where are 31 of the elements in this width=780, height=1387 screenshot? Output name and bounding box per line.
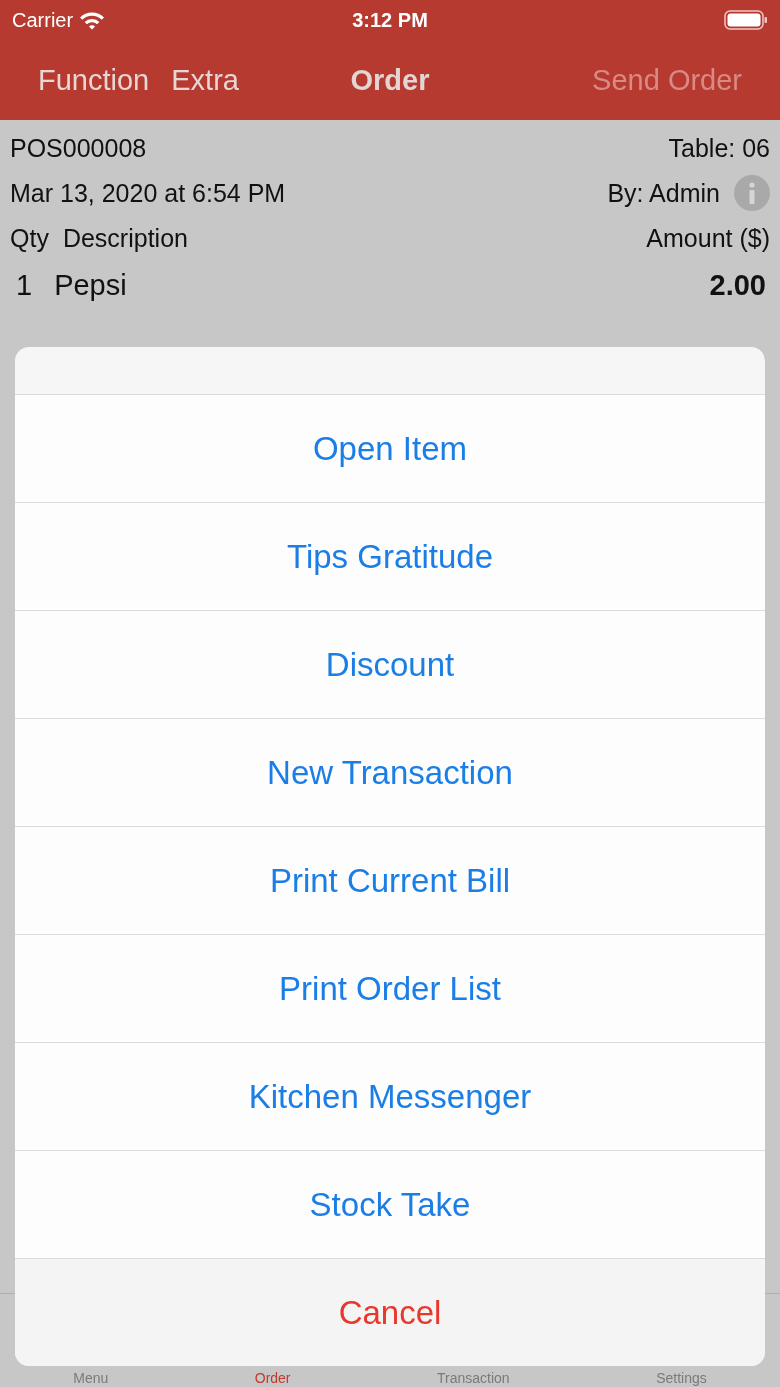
column-header: Amount ($) xyxy=(646,223,770,253)
nav-button[interactable]: Function xyxy=(38,63,150,97)
tab[interactable]: Settings xyxy=(656,1370,707,1386)
column-header: Description xyxy=(62,223,188,253)
carrier-name: Carrier xyxy=(12,8,74,32)
status-time: 3:12 PM xyxy=(352,8,428,32)
column-header: Qty xyxy=(10,223,49,253)
action-button[interactable]: New Transaction xyxy=(15,718,765,826)
tab[interactable]: Menu xyxy=(73,1370,109,1386)
item-amount: 2.00 xyxy=(709,269,766,302)
action-button[interactable]: Stock Take xyxy=(15,1150,765,1258)
wifi-icon xyxy=(79,10,106,30)
tab[interactable]: Transaction xyxy=(437,1370,510,1386)
nav-title: Order xyxy=(349,63,431,97)
tab[interactable]: Order xyxy=(254,1370,291,1386)
info-icon[interactable] xyxy=(734,175,770,211)
action-button[interactable]: Kitchen Messenger xyxy=(15,1042,765,1150)
cancel-button[interactable]: Cancel xyxy=(15,1258,765,1366)
action-button[interactable]: Open Item xyxy=(15,394,765,502)
action-button[interactable]: Print Order List xyxy=(15,934,765,1042)
order-number: POS000008 xyxy=(10,133,147,163)
action-button[interactable]: Tips Gratitude xyxy=(15,502,765,610)
action-button[interactable]: Print Current Bill xyxy=(15,826,765,934)
item-quantity: 1 xyxy=(16,269,33,302)
item-name: Pepsi xyxy=(54,269,127,302)
table-number: Table: 06 xyxy=(668,133,770,163)
nav-button[interactable]: Extra xyxy=(171,63,239,97)
order-date: Mar 13, 2020 at 6:54 PM xyxy=(10,178,286,208)
battery-icon xyxy=(724,10,768,30)
order-staff: By: Admin xyxy=(607,178,720,208)
action-button[interactable]: Discount xyxy=(15,610,765,718)
